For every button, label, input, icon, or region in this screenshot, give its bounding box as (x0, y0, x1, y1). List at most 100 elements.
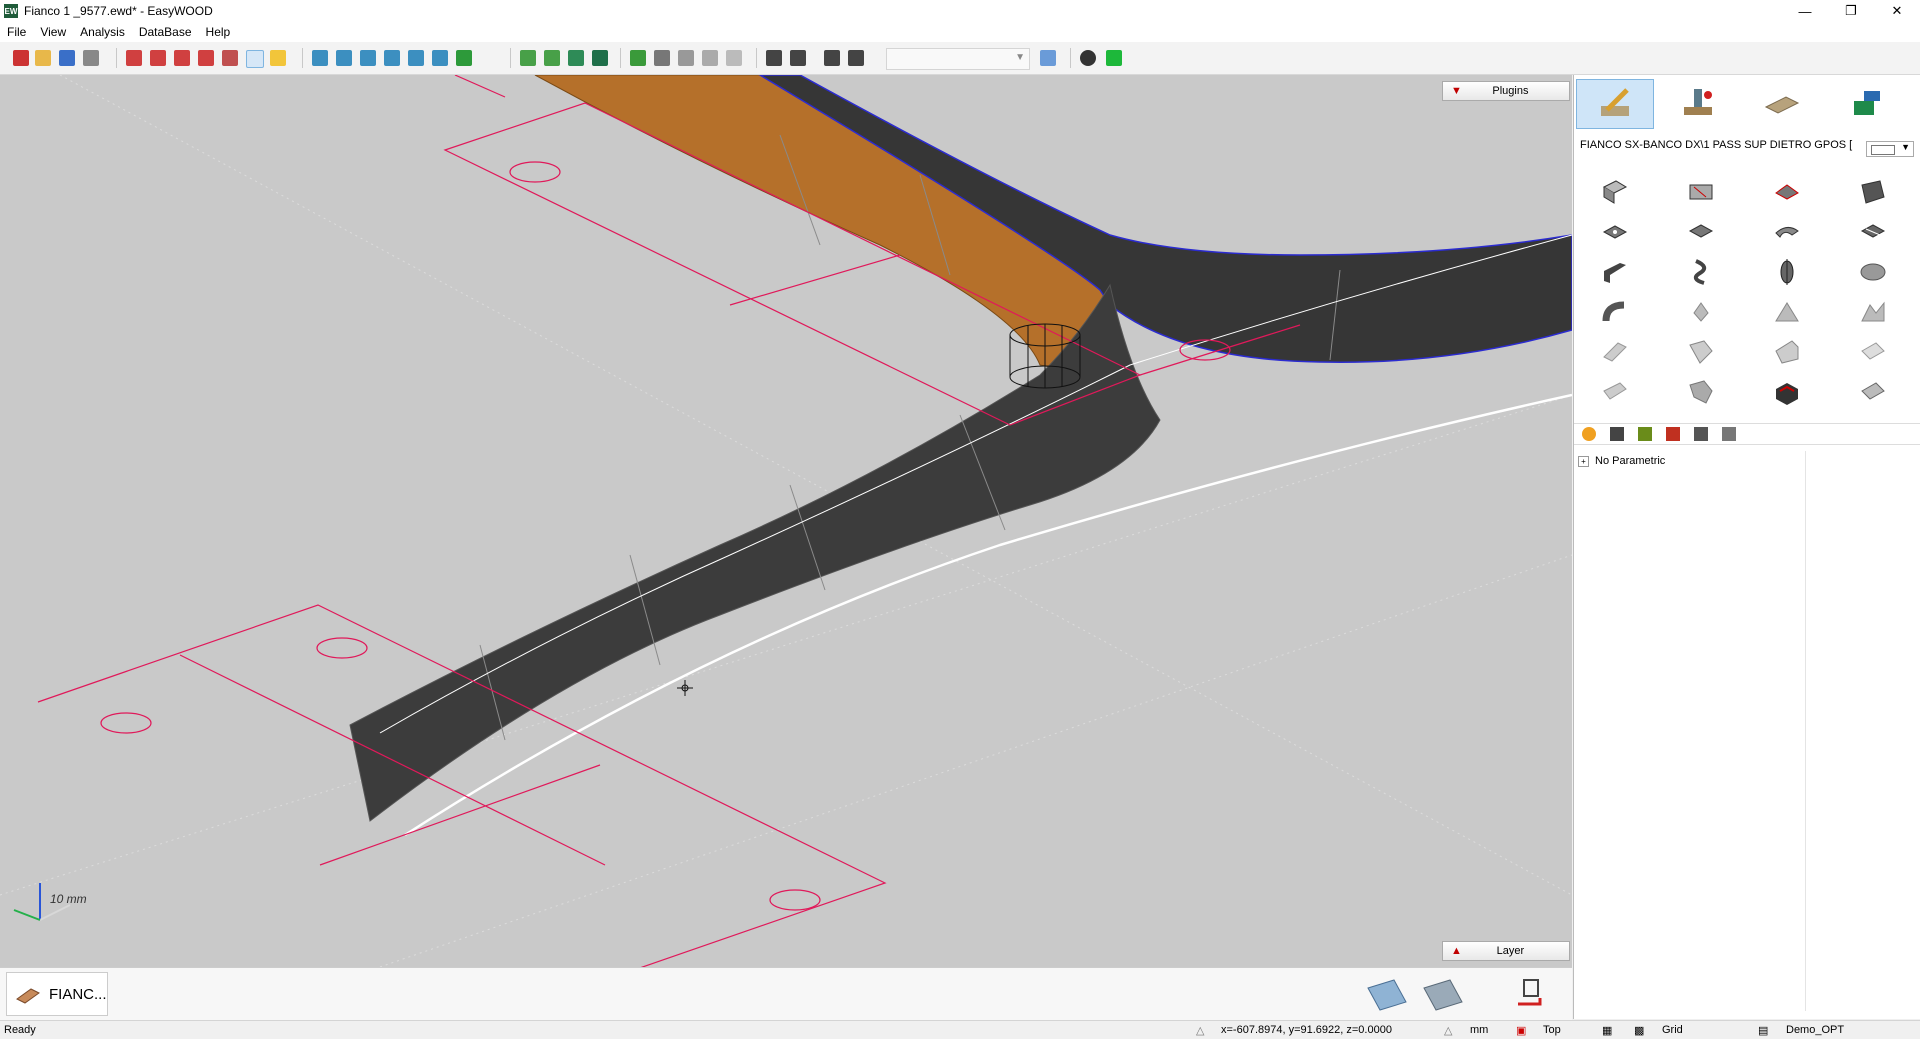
surface-icon[interactable] (1638, 427, 1652, 441)
export-tab[interactable] (1828, 79, 1904, 127)
status-units[interactable]: mm (1470, 1024, 1488, 1036)
network-icon[interactable] (1772, 297, 1802, 327)
loft-surface-icon[interactable] (1686, 177, 1716, 207)
undo-dropdown-icon[interactable] (790, 50, 806, 66)
shade-render-icon[interactable] (592, 50, 608, 66)
model-canvas[interactable]: 10 mm (0, 75, 1572, 967)
menu-view[interactable]: View (33, 25, 73, 39)
bottom-panel-icon[interactable] (1420, 974, 1466, 1014)
ellipse-surface-icon[interactable] (1858, 257, 1888, 287)
status-ready: Ready (4, 1024, 36, 1036)
pipe-icon[interactable] (1600, 297, 1630, 327)
redraw-icon[interactable] (246, 50, 264, 68)
status-bar: Ready △ x=-607.8974, y=91.6922, z=0.0000… (0, 1020, 1920, 1039)
sketch-tool-tab[interactable] (1576, 79, 1654, 129)
view-rotate-icon[interactable] (456, 50, 472, 66)
menu-analysis[interactable]: Analysis (73, 25, 132, 39)
box-icon[interactable] (1772, 377, 1802, 407)
trim-icon[interactable] (1600, 337, 1630, 367)
hand-icon[interactable] (1722, 427, 1736, 441)
zoom-extents-icon[interactable] (198, 50, 214, 66)
extrude-surface-icon[interactable] (1600, 177, 1630, 207)
plugins-button[interactable]: ▼ Plugins (1442, 81, 1570, 101)
menu-help[interactable]: Help (199, 25, 238, 39)
top-panel-icon[interactable] (1364, 974, 1410, 1014)
curve-icon[interactable] (1610, 427, 1624, 441)
zoom-window-icon[interactable] (126, 50, 142, 66)
view-right-icon[interactable] (384, 50, 400, 66)
color-selector[interactable]: ▼ (1866, 141, 1914, 157)
layer-label: Layer (1496, 945, 1525, 957)
panel-icon (1764, 96, 1800, 114)
minimize-icon[interactable]: — (1782, 0, 1828, 22)
offset-surface-icon[interactable] (1686, 217, 1716, 247)
layer-move-icon[interactable] (1510, 974, 1550, 1014)
maximize-icon[interactable]: ❐ (1828, 0, 1874, 22)
point-icon[interactable] (1686, 297, 1716, 327)
view-top-icon[interactable] (408, 50, 424, 66)
split-surface-icon[interactable] (1858, 217, 1888, 247)
shade-wire-icon[interactable] (520, 50, 536, 66)
undo-icon[interactable] (766, 50, 782, 66)
status-view[interactable]: Top (1543, 1024, 1561, 1036)
shade-solid-icon[interactable] (568, 50, 584, 66)
view-iso-icon[interactable] (432, 50, 448, 66)
patch-icon[interactable] (1858, 377, 1888, 407)
profile-bend-icon[interactable] (1600, 257, 1630, 287)
favorites-icon[interactable] (1582, 427, 1596, 441)
revolve-icon[interactable] (1772, 257, 1802, 287)
view-front-icon[interactable] (312, 50, 328, 66)
join-icon[interactable] (1772, 337, 1802, 367)
redo-icon[interactable] (824, 50, 840, 66)
print-icon[interactable] (83, 50, 99, 66)
measure-icon[interactable] (654, 50, 670, 66)
light-icon[interactable] (270, 50, 286, 66)
expand-icon[interactable]: + (1578, 455, 1589, 467)
view-left-icon[interactable] (360, 50, 376, 66)
menu-file[interactable]: File (0, 25, 33, 39)
zoom-in-icon[interactable] (150, 50, 166, 66)
zoom-out-icon[interactable] (174, 50, 190, 66)
status-icon[interactable] (1106, 50, 1122, 66)
open-file-tab[interactable]: FIANC... (6, 972, 108, 1016)
flip-icon[interactable] (1600, 377, 1630, 407)
status-grid[interactable]: Grid (1662, 1024, 1683, 1036)
open-icon[interactable] (35, 50, 51, 66)
blend-icon[interactable] (1858, 297, 1888, 327)
status-profile[interactable]: Demo_OPT (1786, 1024, 1844, 1036)
properties-icon[interactable] (726, 50, 742, 66)
unroll-icon[interactable] (1686, 377, 1716, 407)
plugins-toggle-icon: ▼ (1451, 85, 1462, 97)
menu-database[interactable]: DataBase (132, 25, 199, 39)
pan-icon[interactable] (222, 50, 238, 66)
view-back-icon[interactable] (336, 50, 352, 66)
cut-icon[interactable] (1858, 337, 1888, 367)
planar-surface-icon[interactable] (1600, 217, 1630, 247)
properties-icon[interactable] (702, 50, 718, 66)
new-icon[interactable] (13, 50, 29, 66)
info-icon[interactable] (1666, 427, 1680, 441)
dimension-icon[interactable] (1694, 427, 1708, 441)
snap-icon[interactable] (630, 50, 646, 66)
section-icon[interactable] (678, 50, 694, 66)
menu-bar: File View Analysis DataBase Help (0, 22, 1920, 42)
copy-icon[interactable] (1040, 50, 1056, 66)
sweep-surface-icon[interactable] (1772, 177, 1802, 207)
user-icon[interactable] (1080, 50, 1096, 66)
chevron-down-icon: ▼ (1901, 142, 1910, 152)
fillet-surface-icon[interactable] (1772, 217, 1802, 247)
extend-icon[interactable] (1686, 337, 1716, 367)
panel-tab[interactable] (1744, 79, 1820, 127)
shade-hidden-icon[interactable] (544, 50, 560, 66)
machining-tab[interactable] (1660, 79, 1736, 127)
ruled-surface-icon[interactable] (1858, 177, 1888, 207)
redo-dropdown-icon[interactable] (848, 50, 864, 66)
twist-icon[interactable] (1686, 257, 1716, 287)
3d-viewport[interactable]: 10 mm ▼ Plugins ▲ Layer (0, 75, 1572, 967)
layer-button[interactable]: ▲ Layer (1442, 941, 1570, 961)
layout-icon[interactable]: ▦ (1602, 1024, 1612, 1037)
tree-node[interactable]: + No Parametric (1578, 455, 1665, 467)
layer-combo[interactable]: ▼ (886, 48, 1030, 70)
close-icon[interactable]: ✕ (1874, 0, 1920, 22)
save-icon[interactable] (59, 50, 75, 66)
